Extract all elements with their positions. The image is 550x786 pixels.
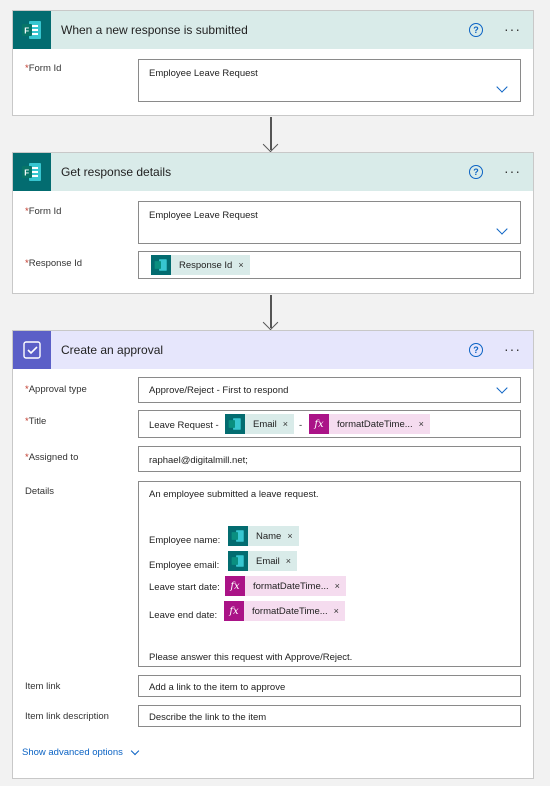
approval-type-value: Approve/Reject - First to respond xyxy=(149,385,289,396)
remove-token-icon[interactable]: × xyxy=(286,556,297,566)
leave-end-label: Leave end date: xyxy=(149,610,218,621)
card-title: When a new response is submitted xyxy=(61,23,248,37)
end-date-token[interactable]: fx formatDateTime... × xyxy=(224,601,345,621)
form-id-value: Employee Leave Request xyxy=(149,210,258,221)
form-id-label: *Form Id xyxy=(25,206,62,217)
forms-icon xyxy=(228,551,248,571)
expression-token[interactable]: fx formatDateTime... × xyxy=(309,414,430,434)
form-id-value: Employee Leave Request xyxy=(149,68,258,79)
title-prefix: Leave Request - xyxy=(149,420,219,431)
details-field[interactable]: An employee submitted a leave request. E… xyxy=(138,481,521,667)
forms-icon xyxy=(228,526,248,546)
get-response-card: F Get response details ? ··· *Form Id Em… xyxy=(12,152,534,294)
item-link-description-input[interactable]: Describe the link to the item xyxy=(138,705,521,727)
email-token[interactable]: Email × xyxy=(228,551,298,571)
more-options-icon[interactable]: ··· xyxy=(504,164,521,178)
approval-card: Create an approval ? ··· *Approval type … xyxy=(12,330,534,779)
show-advanced-options-link[interactable]: Show advanced options xyxy=(22,746,140,758)
remove-token-icon[interactable]: × xyxy=(335,581,346,591)
assigned-to-field[interactable]: raphael@digitalmill.net; xyxy=(138,446,521,472)
approval-type-label: *Approval type xyxy=(25,384,87,395)
title-separator: - xyxy=(299,420,303,431)
details-intro: An employee submitted a leave request. xyxy=(149,489,319,500)
help-icon[interactable]: ? xyxy=(469,165,483,179)
more-options-icon[interactable]: ··· xyxy=(504,342,521,356)
start-date-token[interactable]: fx formatDateTime... × xyxy=(225,576,346,596)
details-closing: Please answer this request with Approve/… xyxy=(149,652,353,663)
form-id-dropdown[interactable]: Employee Leave Request xyxy=(138,201,521,244)
fx-icon: fx xyxy=(225,576,245,596)
item-link-description-placeholder: Describe the link to the item xyxy=(149,712,267,723)
fx-icon: fx xyxy=(224,601,244,621)
flow-arrow xyxy=(262,117,279,153)
approval-type-dropdown[interactable]: Approve/Reject - First to respond xyxy=(138,377,521,403)
card-title: Get response details xyxy=(61,165,172,179)
details-label: Details xyxy=(25,486,55,497)
employee-email-label: Employee email: xyxy=(149,560,220,571)
approval-card-header[interactable]: Create an approval ? ··· xyxy=(13,331,533,369)
form-id-label: *Form Id xyxy=(25,63,62,74)
flow-arrow xyxy=(262,295,279,331)
title-label: *Title xyxy=(25,416,47,427)
remove-token-icon[interactable]: × xyxy=(334,606,345,616)
chevron-down-icon[interactable] xyxy=(496,81,508,93)
assigned-to-value: raphael@digitalmill.net; xyxy=(149,455,248,466)
response-id-token[interactable]: Response Id × xyxy=(151,255,250,275)
svg-text:F: F xyxy=(24,169,29,178)
forms-icon: F xyxy=(13,153,51,191)
remove-token-icon[interactable]: × xyxy=(283,419,294,429)
item-link-description-label: Item link description xyxy=(25,711,109,722)
help-icon[interactable]: ? xyxy=(469,343,483,357)
response-id-label: *Response Id xyxy=(25,258,83,269)
remove-token-icon[interactable]: × xyxy=(419,419,430,429)
approvals-icon xyxy=(13,331,51,369)
card-title: Create an approval xyxy=(61,343,164,357)
forms-icon: F xyxy=(13,11,51,49)
chevron-down-icon xyxy=(130,746,140,755)
employee-name-label: Employee name: xyxy=(149,535,221,546)
forms-icon xyxy=(225,414,245,434)
assigned-to-label: *Assigned to xyxy=(25,452,79,463)
chevron-down-icon[interactable] xyxy=(496,223,508,235)
get-response-card-header[interactable]: F Get response details ? ··· xyxy=(13,153,533,191)
item-link-label: Item link xyxy=(25,681,61,692)
more-options-icon[interactable]: ··· xyxy=(504,22,521,36)
trigger-card: F When a new response is submitted ? ···… xyxy=(12,10,534,116)
chevron-down-icon[interactable] xyxy=(496,382,508,394)
item-link-input[interactable]: Add a link to the item to approve xyxy=(138,675,521,697)
remove-token-icon[interactable]: × xyxy=(287,531,298,541)
name-token[interactable]: Name × xyxy=(228,526,299,546)
form-id-dropdown[interactable]: Employee Leave Request xyxy=(138,59,521,102)
help-icon[interactable]: ? xyxy=(469,23,483,37)
response-id-field[interactable]: Response Id × xyxy=(138,251,521,279)
leave-start-label: Leave start date: xyxy=(149,582,220,593)
remove-token-icon[interactable]: × xyxy=(238,260,249,270)
email-token[interactable]: Email × xyxy=(225,414,295,434)
trigger-card-header[interactable]: F When a new response is submitted ? ··· xyxy=(13,11,533,49)
svg-text:F: F xyxy=(24,27,29,36)
fx-icon: fx xyxy=(309,414,329,434)
title-field[interactable]: Leave Request - Email × - fx formatDateT… xyxy=(138,410,521,438)
item-link-placeholder: Add a link to the item to approve xyxy=(149,682,286,693)
forms-icon xyxy=(151,255,171,275)
